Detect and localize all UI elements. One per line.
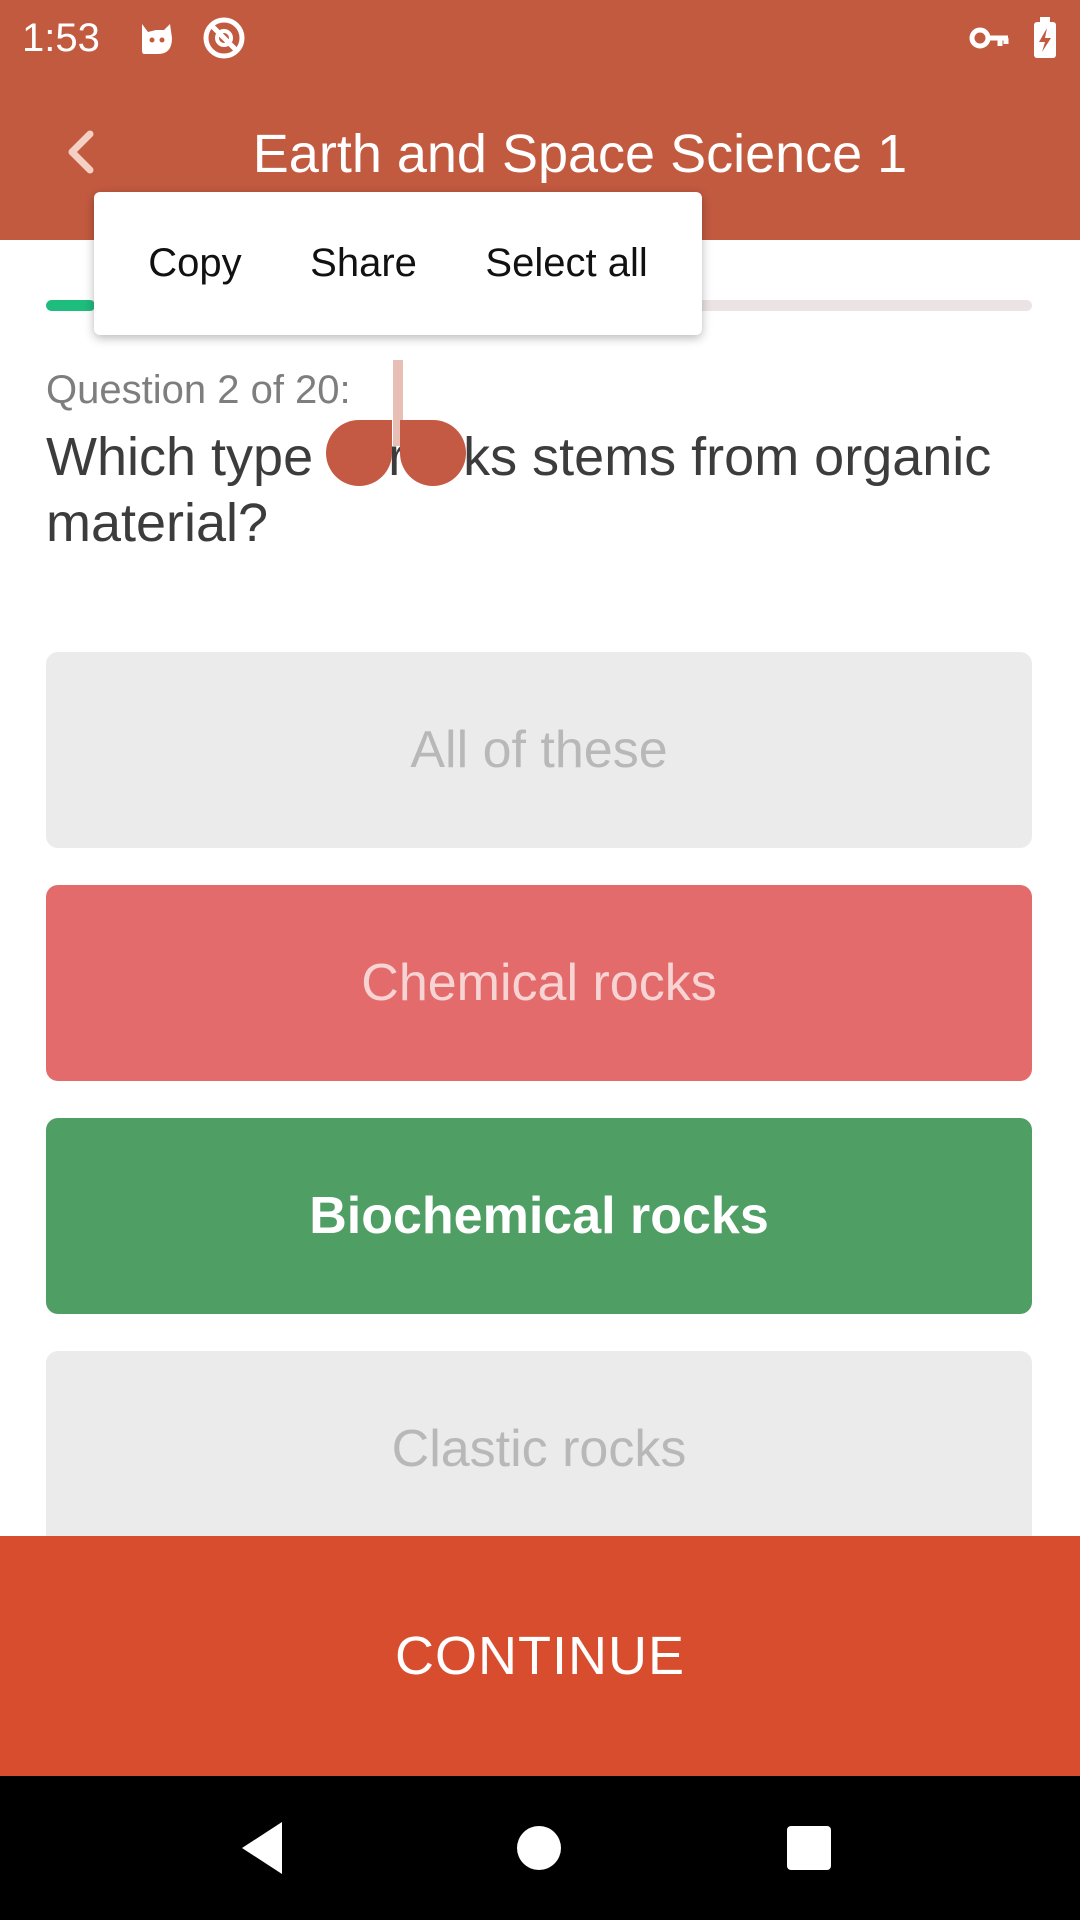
vpn-key-icon (969, 27, 1009, 49)
answer-label: Biochemical rocks (309, 1187, 769, 1245)
answer-option-all-of-these[interactable]: All of these (46, 652, 1032, 848)
selection-handle-left[interactable] (326, 420, 392, 486)
status-bar: 1:53 (0, 0, 1080, 76)
question-text: Which type of rocks stems from organic m… (46, 427, 992, 553)
no-data-icon (203, 17, 245, 59)
status-time: 1:53 (22, 16, 100, 60)
answer-label: Clastic rocks (391, 1420, 687, 1478)
recents-square-icon[interactable] (773, 1812, 845, 1884)
continue-button[interactable]: CONTINUE (0, 1536, 1080, 1776)
system-nav-bar (0, 1776, 1080, 1920)
text-selection-menu: Copy Share Select all (94, 192, 702, 335)
progress-fill (46, 300, 96, 311)
page-title: Earth and Space Science 1 (252, 124, 908, 184)
back-arrow-icon[interactable] (50, 120, 114, 184)
selection-handle-right[interactable] (400, 420, 466, 486)
back-triangle-icon[interactable] (228, 1812, 300, 1884)
menu-item-share[interactable]: Share (302, 221, 425, 306)
menu-item-copy[interactable]: Copy (140, 221, 249, 306)
answer-option-biochemical-rocks[interactable]: Biochemical rocks (46, 1118, 1032, 1314)
menu-item-select-all[interactable]: Select all (477, 221, 655, 306)
answer-option-clastic-rocks[interactable]: Clastic rocks (46, 1351, 1032, 1547)
battery-charging-icon (1034, 17, 1056, 58)
answer-label: All of these (410, 721, 668, 779)
continue-label: CONTINUE (395, 1626, 685, 1686)
answer-label: Chemical rocks (361, 954, 717, 1012)
home-circle-icon[interactable] (503, 1812, 575, 1884)
question-number: Question 2 of 20: (46, 368, 351, 412)
cat-notification-icon (142, 24, 172, 54)
answer-option-chemical-rocks[interactable]: Chemical rocks (46, 885, 1032, 1081)
